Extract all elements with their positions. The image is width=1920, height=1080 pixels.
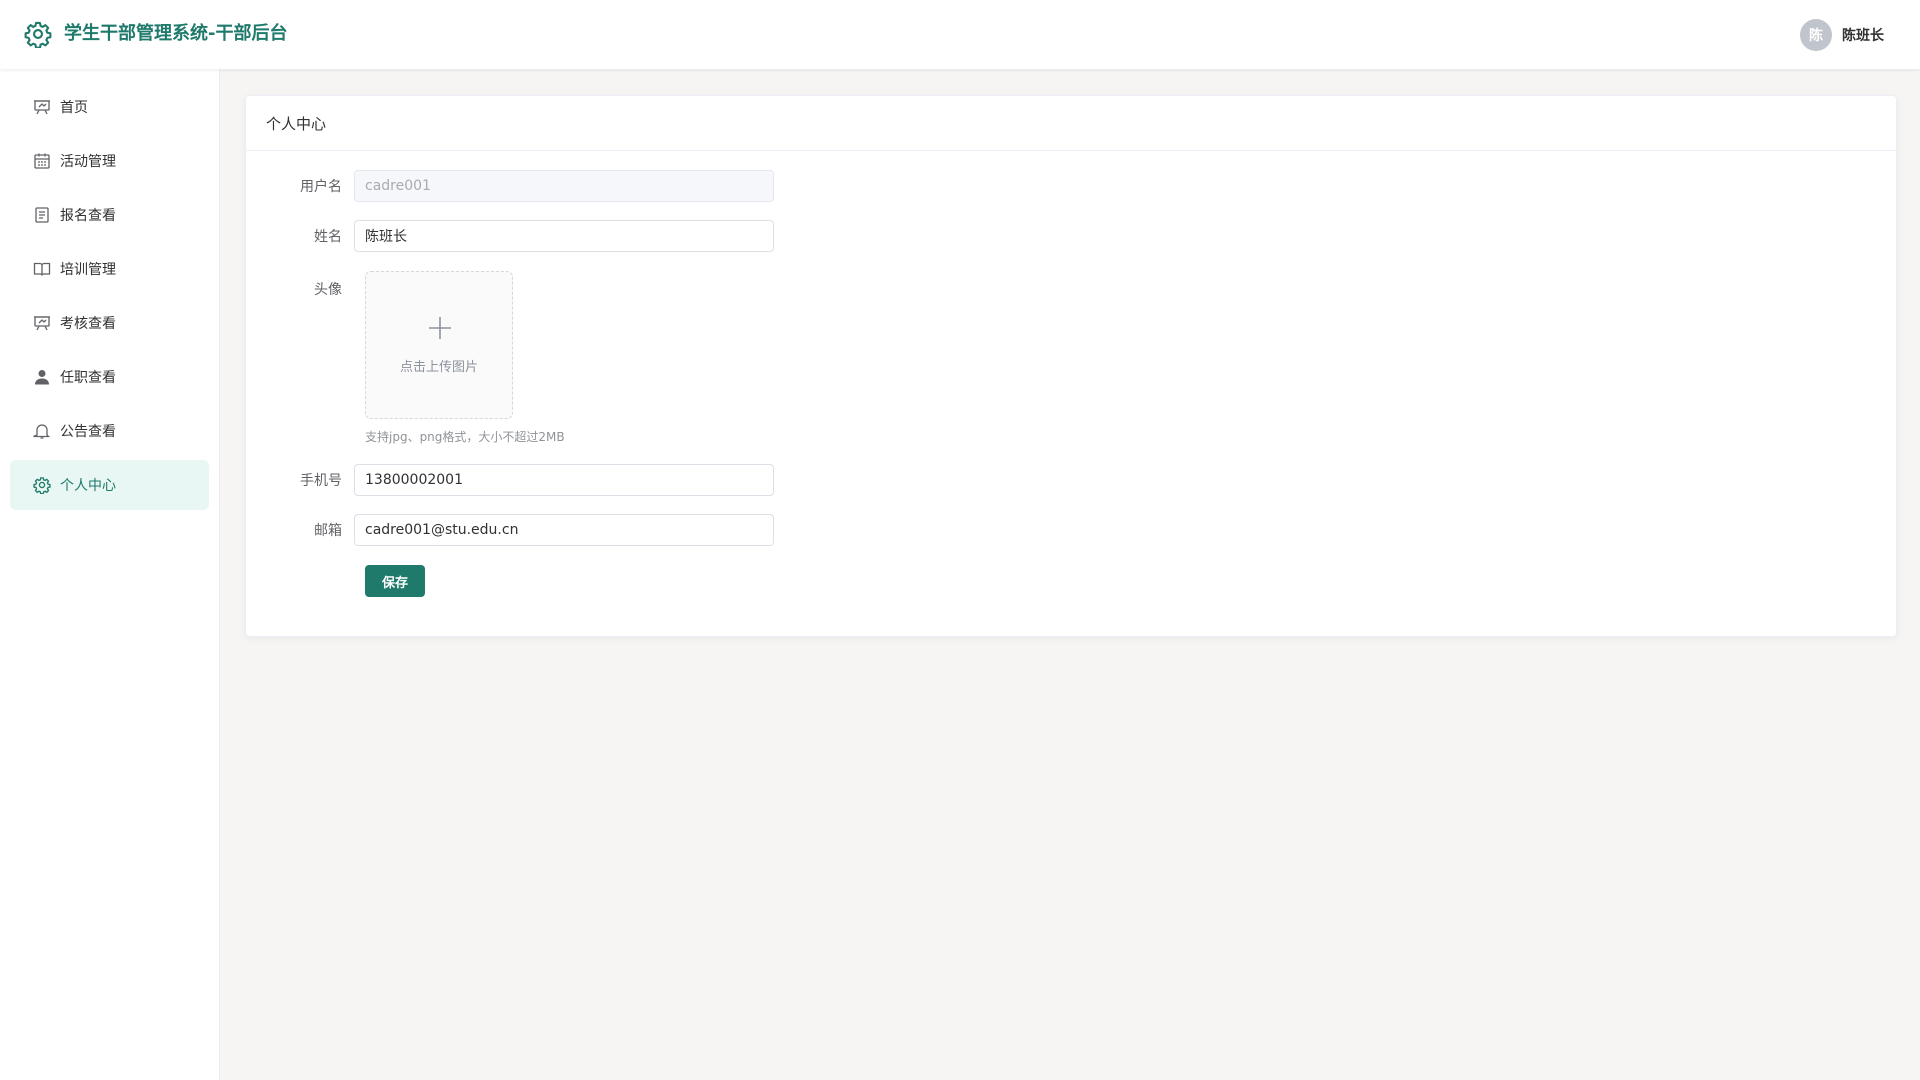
sidebar-item-home[interactable]: 首页 [10,82,209,132]
sidebar-item-assessment-view[interactable]: 考核查看 [10,298,209,348]
sidebar-item-personal-center[interactable]: 个人中心 [10,460,209,510]
sidebar-menu: 首页 活动管理 报名查看 培训管理 考核查看 任职查看 公告查看 个人中心 [0,69,219,510]
sidebar-item-notice-view[interactable]: 公告查看 [10,406,209,456]
name-field[interactable] [354,220,774,252]
sidebar: 首页 活动管理 报名查看 培训管理 考核查看 任职查看 公告查看 个人中心 [0,69,220,1080]
app-title: 学生干部管理系统-干部后台 [64,23,288,44]
sidebar-item-label: 报名查看 [60,208,116,224]
sidebar-item-label: 公告查看 [60,424,116,440]
phone-field[interactable] [354,464,774,496]
avatar-label: 头像 [314,282,342,298]
sidebar-item-label: 任职查看 [60,370,116,386]
plus-icon [427,315,453,341]
presentation-icon [33,98,51,116]
save-button[interactable]: 保存 [365,565,425,597]
sidebar-item-training-management[interactable]: 培训管理 [10,244,209,294]
sidebar-item-label: 培训管理 [60,262,116,278]
form-row-phone: 手机号 [246,464,774,496]
email-label: 邮箱 [314,523,342,539]
avatar[interactable]: 陈 [1800,19,1832,51]
profile-card: 个人中心 用户名 姓名 头像 点击上传图片 支持jpg、png格式，大小不超过2… [245,95,1897,637]
username-label: 用户名 [300,179,342,195]
sidebar-item-label: 活动管理 [60,154,116,170]
sidebar-item-registration-view[interactable]: 报名查看 [10,190,209,240]
upload-text: 点击上传图片 [399,360,478,375]
book-icon [33,260,51,278]
form-row-email: 邮箱 [246,514,774,546]
sidebar-item-label: 考核查看 [60,316,116,332]
user-name[interactable]: 陈班长 [1842,25,1884,45]
name-label: 姓名 [314,229,342,245]
sidebar-item-position-view[interactable]: 任职查看 [10,352,209,402]
sidebar-item-activity-management[interactable]: 活动管理 [10,136,209,186]
gear-icon [33,476,51,494]
form-row-username: 用户名 [246,170,774,202]
user-menu[interactable]: 陈 陈班长 [1800,19,1884,51]
form-row-avatar: 头像 [246,279,354,299]
bell-icon [33,422,51,440]
upload-hint: 支持jpg、png格式，大小不超过2MB [365,430,565,444]
card-title: 个人中心 [246,96,1896,151]
calendar-icon [33,152,51,170]
document-icon [33,206,51,224]
sidebar-item-label: 首页 [60,100,88,116]
email-field[interactable] [354,514,774,546]
gear-icon [24,20,52,49]
form-row-name: 姓名 [246,220,774,252]
top-header: 学生干部管理系统-干部后台 陈 陈班长 [0,0,1920,69]
phone-label: 手机号 [300,473,342,489]
presentation-icon [33,314,51,332]
username-field [354,170,774,202]
avatar-uploader[interactable]: 点击上传图片 [365,271,513,419]
sidebar-item-label: 个人中心 [60,478,116,494]
user-icon [33,368,51,386]
